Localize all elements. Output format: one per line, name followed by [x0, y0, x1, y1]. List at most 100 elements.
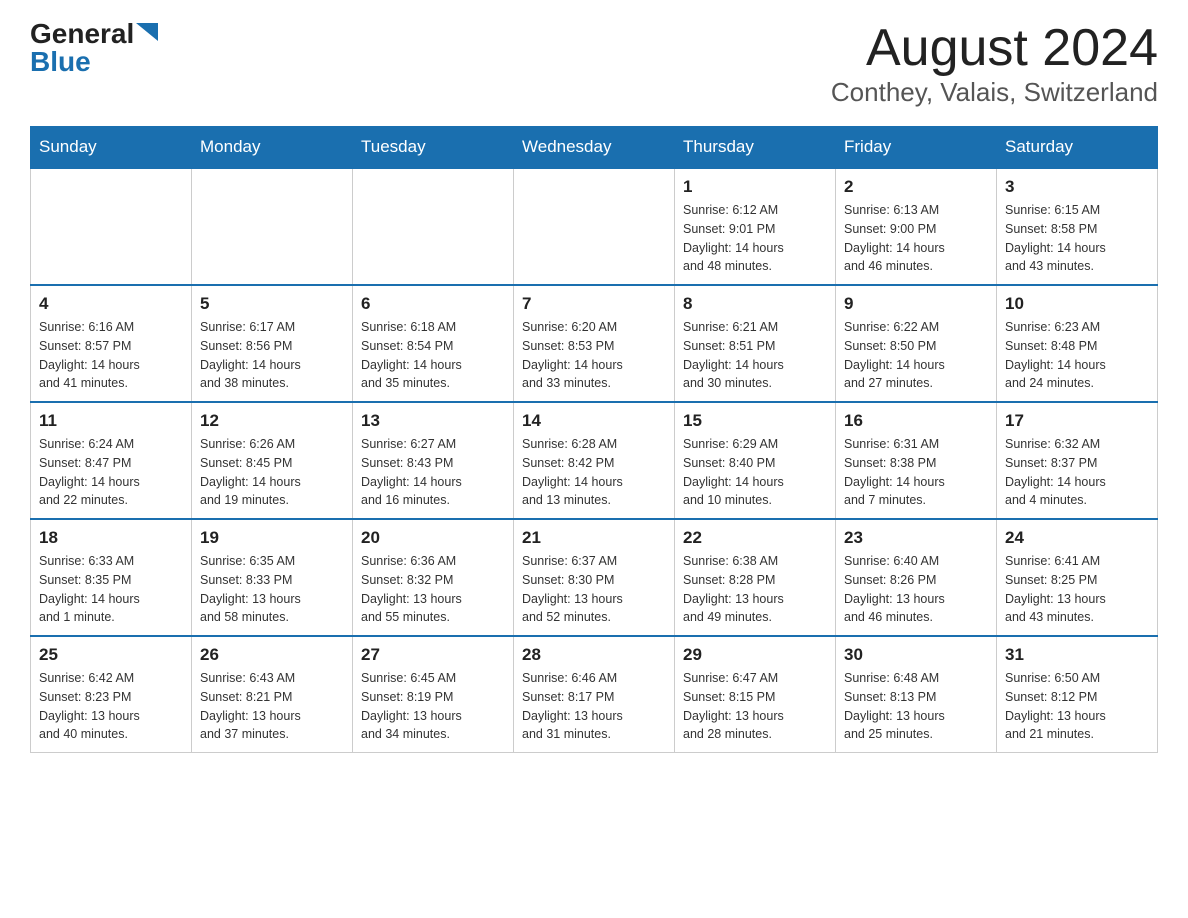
- day-number: 8: [683, 294, 827, 314]
- calendar-cell: 21 Sunrise: 6:37 AM Sunset: 8:30 PM Dayli…: [514, 519, 675, 636]
- calendar-cell: 11 Sunrise: 6:24 AM Sunset: 8:47 PM Dayli…: [31, 402, 192, 519]
- day-info: Sunrise: 6:21 AM Sunset: 8:51 PM Dayligh…: [683, 318, 827, 393]
- day-info: Sunrise: 6:23 AM Sunset: 8:48 PM Dayligh…: [1005, 318, 1149, 393]
- calendar-cell: [353, 168, 514, 285]
- weekday-header-saturday: Saturday: [997, 127, 1158, 169]
- title-block: August 2024 Conthey, Valais, Switzerland: [831, 20, 1158, 108]
- day-number: 21: [522, 528, 666, 548]
- day-info: Sunrise: 6:15 AM Sunset: 8:58 PM Dayligh…: [1005, 201, 1149, 276]
- page-header: General Blue August 2024 Conthey, Valais…: [30, 20, 1158, 108]
- day-number: 22: [683, 528, 827, 548]
- calendar-cell: 25 Sunrise: 6:42 AM Sunset: 8:23 PM Dayli…: [31, 636, 192, 753]
- day-info: Sunrise: 6:28 AM Sunset: 8:42 PM Dayligh…: [522, 435, 666, 510]
- day-info: Sunrise: 6:37 AM Sunset: 8:30 PM Dayligh…: [522, 552, 666, 627]
- day-info: Sunrise: 6:26 AM Sunset: 8:45 PM Dayligh…: [200, 435, 344, 510]
- calendar-cell: 30 Sunrise: 6:48 AM Sunset: 8:13 PM Dayli…: [836, 636, 997, 753]
- calendar-cell: 10 Sunrise: 6:23 AM Sunset: 8:48 PM Dayli…: [997, 285, 1158, 402]
- day-info: Sunrise: 6:48 AM Sunset: 8:13 PM Dayligh…: [844, 669, 988, 744]
- calendar-cell: 9Sunrise: 6:22 AM Sunset: 8:50 PM Daylig…: [836, 285, 997, 402]
- day-info: Sunrise: 6:24 AM Sunset: 8:47 PM Dayligh…: [39, 435, 183, 510]
- day-info: Sunrise: 6:29 AM Sunset: 8:40 PM Dayligh…: [683, 435, 827, 510]
- day-number: 17: [1005, 411, 1149, 431]
- day-number: 31: [1005, 645, 1149, 665]
- day-info: Sunrise: 6:13 AM Sunset: 9:00 PM Dayligh…: [844, 201, 988, 276]
- week-row-2: 4 Sunrise: 6:16 AM Sunset: 8:57 PM Daylig…: [31, 285, 1158, 402]
- day-number: 20: [361, 528, 505, 548]
- day-number: 29: [683, 645, 827, 665]
- day-info: Sunrise: 6:35 AM Sunset: 8:33 PM Dayligh…: [200, 552, 344, 627]
- calendar-cell: 7Sunrise: 6:20 AM Sunset: 8:53 PM Daylig…: [514, 285, 675, 402]
- calendar-cell: [31, 168, 192, 285]
- day-number: 5: [200, 294, 344, 314]
- day-info: Sunrise: 6:43 AM Sunset: 8:21 PM Dayligh…: [200, 669, 344, 744]
- day-info: Sunrise: 6:36 AM Sunset: 8:32 PM Dayligh…: [361, 552, 505, 627]
- day-number: 27: [361, 645, 505, 665]
- day-number: 26: [200, 645, 344, 665]
- day-number: 14: [522, 411, 666, 431]
- day-info: Sunrise: 6:42 AM Sunset: 8:23 PM Dayligh…: [39, 669, 183, 744]
- day-number: 24: [1005, 528, 1149, 548]
- calendar-cell: 8 Sunrise: 6:21 AM Sunset: 8:51 PM Daylig…: [675, 285, 836, 402]
- month-title: August 2024: [831, 20, 1158, 77]
- day-number: 2: [844, 177, 988, 197]
- location-title: Conthey, Valais, Switzerland: [831, 77, 1158, 108]
- day-number: 3: [1005, 177, 1149, 197]
- calendar-cell: 26 Sunrise: 6:43 AM Sunset: 8:21 PM Dayli…: [192, 636, 353, 753]
- calendar-cell: 19 Sunrise: 6:35 AM Sunset: 8:33 PM Dayli…: [192, 519, 353, 636]
- day-number: 19: [200, 528, 344, 548]
- day-number: 23: [844, 528, 988, 548]
- calendar-cell: 27 Sunrise: 6:45 AM Sunset: 8:19 PM Dayli…: [353, 636, 514, 753]
- calendar-cell: 15 Sunrise: 6:29 AM Sunset: 8:40 PM Dayli…: [675, 402, 836, 519]
- day-info: Sunrise: 6:16 AM Sunset: 8:57 PM Dayligh…: [39, 318, 183, 393]
- calendar-cell: 4 Sunrise: 6:16 AM Sunset: 8:57 PM Daylig…: [31, 285, 192, 402]
- calendar-cell: 5Sunrise: 6:17 AM Sunset: 8:56 PM Daylig…: [192, 285, 353, 402]
- day-info: Sunrise: 6:40 AM Sunset: 8:26 PM Dayligh…: [844, 552, 988, 627]
- day-info: Sunrise: 6:33 AM Sunset: 8:35 PM Dayligh…: [39, 552, 183, 627]
- day-info: Sunrise: 6:31 AM Sunset: 8:38 PM Dayligh…: [844, 435, 988, 510]
- logo-general-text: General: [30, 20, 134, 48]
- calendar-cell: 23 Sunrise: 6:40 AM Sunset: 8:26 PM Dayli…: [836, 519, 997, 636]
- weekday-header-monday: Monday: [192, 127, 353, 169]
- day-number: 11: [39, 411, 183, 431]
- day-number: 18: [39, 528, 183, 548]
- calendar-cell: 29 Sunrise: 6:47 AM Sunset: 8:15 PM Dayli…: [675, 636, 836, 753]
- weekday-header-tuesday: Tuesday: [353, 127, 514, 169]
- logo: General Blue: [30, 20, 158, 76]
- week-row-5: 25 Sunrise: 6:42 AM Sunset: 8:23 PM Dayli…: [31, 636, 1158, 753]
- day-info: Sunrise: 6:47 AM Sunset: 8:15 PM Dayligh…: [683, 669, 827, 744]
- weekday-header-sunday: Sunday: [31, 127, 192, 169]
- weekday-header-wednesday: Wednesday: [514, 127, 675, 169]
- calendar-cell: 3 Sunrise: 6:15 AM Sunset: 8:58 PM Daylig…: [997, 168, 1158, 285]
- day-info: Sunrise: 6:45 AM Sunset: 8:19 PM Dayligh…: [361, 669, 505, 744]
- calendar-cell: 24 Sunrise: 6:41 AM Sunset: 8:25 PM Dayli…: [997, 519, 1158, 636]
- logo-triangle-icon: [136, 23, 158, 41]
- day-number: 4: [39, 294, 183, 314]
- day-info: Sunrise: 6:50 AM Sunset: 8:12 PM Dayligh…: [1005, 669, 1149, 744]
- day-number: 13: [361, 411, 505, 431]
- week-row-3: 11 Sunrise: 6:24 AM Sunset: 8:47 PM Dayli…: [31, 402, 1158, 519]
- day-info: Sunrise: 6:46 AM Sunset: 8:17 PM Dayligh…: [522, 669, 666, 744]
- day-info: Sunrise: 6:32 AM Sunset: 8:37 PM Dayligh…: [1005, 435, 1149, 510]
- day-number: 15: [683, 411, 827, 431]
- day-number: 25: [39, 645, 183, 665]
- logo-blue-text: Blue: [30, 48, 91, 76]
- day-number: 1: [683, 177, 827, 197]
- calendar-cell: 22Sunrise: 6:38 AM Sunset: 8:28 PM Dayli…: [675, 519, 836, 636]
- calendar-cell: 18 Sunrise: 6:33 AM Sunset: 8:35 PM Dayli…: [31, 519, 192, 636]
- day-info: Sunrise: 6:41 AM Sunset: 8:25 PM Dayligh…: [1005, 552, 1149, 627]
- day-number: 30: [844, 645, 988, 665]
- calendar-cell: 14 Sunrise: 6:28 AM Sunset: 8:42 PM Dayli…: [514, 402, 675, 519]
- day-info: Sunrise: 6:27 AM Sunset: 8:43 PM Dayligh…: [361, 435, 505, 510]
- calendar-cell: 16Sunrise: 6:31 AM Sunset: 8:38 PM Dayli…: [836, 402, 997, 519]
- calendar-cell: 13 Sunrise: 6:27 AM Sunset: 8:43 PM Dayli…: [353, 402, 514, 519]
- weekday-header-thursday: Thursday: [675, 127, 836, 169]
- day-number: 7: [522, 294, 666, 314]
- day-info: Sunrise: 6:12 AM Sunset: 9:01 PM Dayligh…: [683, 201, 827, 276]
- day-number: 12: [200, 411, 344, 431]
- calendar-cell: 2 Sunrise: 6:13 AM Sunset: 9:00 PM Daylig…: [836, 168, 997, 285]
- calendar-cell: 6Sunrise: 6:18 AM Sunset: 8:54 PM Daylig…: [353, 285, 514, 402]
- week-row-1: 1 Sunrise: 6:12 AM Sunset: 9:01 PM Daylig…: [31, 168, 1158, 285]
- day-info: Sunrise: 6:22 AM Sunset: 8:50 PM Dayligh…: [844, 318, 988, 393]
- day-number: 10: [1005, 294, 1149, 314]
- weekday-header-friday: Friday: [836, 127, 997, 169]
